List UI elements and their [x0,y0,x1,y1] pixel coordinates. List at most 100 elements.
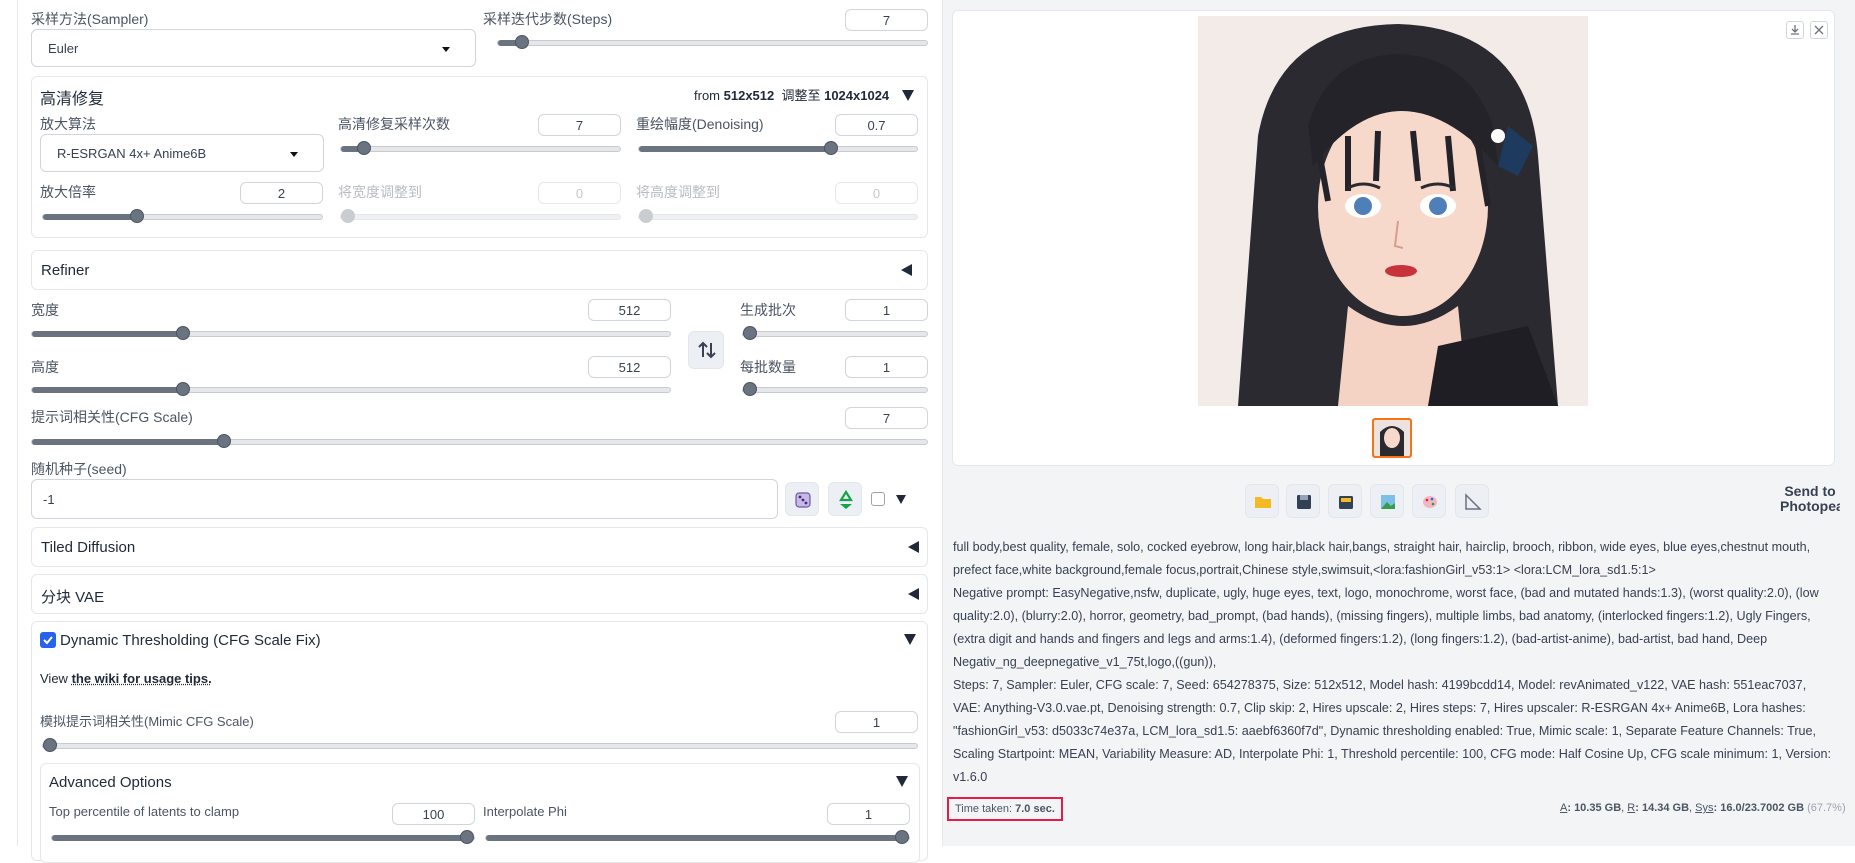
expand-icon [908,541,919,553]
top-percentile-label: Top percentile of latents to clamp [49,804,239,819]
reuse-seed-button[interactable] [828,482,862,516]
tiled-vae-title: 分块 VAE [41,586,104,607]
hires-fix-title: 高清修复 [40,85,104,109]
interpolate-phi-slider[interactable] [485,835,910,841]
extra-seed-checkbox[interactable] [871,492,885,506]
extra-seed-expand-icon[interactable] [896,495,906,504]
resize-width-slider [340,214,621,220]
close-button[interactable] [1810,21,1828,39]
upscaler-value: R-ESRGAN 4x+ Anime6B [57,146,206,161]
upscaler-label: 放大算法 [40,114,96,134]
tiled-diffusion-accordion[interactable]: Tiled Diffusion [31,527,928,567]
expand-icon [908,588,919,600]
hires-size-info: from 512x512 调整至 1024x1024 [694,85,889,104]
send-to-photopea-button[interactable]: Send to Photopea [1780,484,1840,524]
seed-input[interactable]: -1 [31,479,778,519]
height-input[interactable]: 512 [588,356,671,378]
cfg-slider[interactable] [31,439,928,445]
denoising-label: 重绘幅度(Denoising) [636,114,764,134]
denoising-slider[interactable] [638,146,918,152]
mimic-cfg-slider[interactable] [42,743,918,749]
refiner-title: Refiner [41,262,89,279]
batch-count-slider[interactable] [742,331,928,337]
cfg-input[interactable]: 7 [845,407,928,429]
save-button[interactable] [1286,484,1320,518]
tiled-vae-accordion[interactable]: 分块 VAE [31,574,928,614]
resize-width-label: 将宽度调整到 [338,182,422,202]
hires-steps-label: 高清修复采样次数 [338,114,450,134]
denoising-input[interactable]: 0.7 [835,114,918,136]
interpolate-phi-label: Interpolate Phi [483,804,567,819]
steps-input[interactable]: 7 [845,9,928,31]
expand-icon [901,264,912,276]
tiled-diffusion-title: Tiled Diffusion [41,539,135,556]
upscale-by-input[interactable]: 2 [240,182,323,204]
mimic-cfg-input[interactable]: 1 [835,711,918,733]
prompt-text: full body,best quality, female, solo, co… [953,536,1833,582]
open-folder-button[interactable] [1245,484,1279,518]
time-taken: Time taken: 7.0 sec. [947,797,1063,821]
resize-height-input: 0 [835,182,918,204]
swap-dimensions-button[interactable] [688,331,724,369]
dice-icon [786,483,820,517]
top-percentile-input[interactable]: 100 [392,803,475,825]
hires-steps-slider[interactable] [340,146,621,152]
resize-height-label: 将高度调整到 [636,182,720,202]
upscale-by-slider[interactable] [42,214,323,220]
vram-usage: A: 10.35 GB, R: 14.34 GB, Sys: 16.0/23.7… [1560,802,1835,814]
cfg-label: 提示词相关性(CFG Scale) [31,407,193,427]
sampler-select[interactable]: Euler [31,29,476,67]
gallery-thumbnail[interactable] [1372,418,1412,458]
swap-vertical-icon [689,332,725,368]
generated-image[interactable] [1198,16,1588,406]
generation-info: full body,best quality, female, solo, co… [953,536,1833,789]
folder-icon [1246,485,1280,519]
steps-slider[interactable] [497,40,928,46]
resize-width-input: 0 [538,182,621,204]
send-to-img2img-button[interactable] [1370,484,1404,518]
send-to-extras-button[interactable] [1455,484,1489,518]
interpolate-phi-input[interactable]: 1 [827,803,910,825]
upscale-by-label: 放大倍率 [40,182,96,202]
dynthres-collapse-icon[interactable] [904,634,916,645]
random-seed-button[interactable] [785,482,819,516]
download-button[interactable] [1786,21,1804,39]
hires-collapse-icon[interactable] [902,90,914,101]
advanced-collapse-icon[interactable] [896,776,908,787]
chevron-down-icon [290,152,298,157]
zip-button[interactable] [1328,484,1362,518]
batch-size-label: 每批数量 [740,357,796,377]
params-text: Steps: 7, Sampler: Euler, CFG scale: 7, … [953,674,1833,789]
send-to-inpaint-button[interactable] [1412,484,1446,518]
seed-value: -1 [43,492,55,507]
palette-icon [1413,485,1447,519]
save-icon [1287,485,1321,519]
width-slider[interactable] [31,331,671,337]
batch-count-input[interactable]: 1 [845,299,928,321]
refiner-accordion[interactable]: Refiner [31,250,928,290]
height-slider[interactable] [31,387,671,393]
resize-height-slider [638,214,918,220]
image-icon [1371,485,1405,519]
top-percentile-slider[interactable] [51,835,475,841]
negative-prompt-text: Negative prompt: EasyNegative,nsfw, dupl… [953,582,1833,674]
height-label: 高度 [31,357,59,377]
seed-label: 随机种子(seed) [31,459,127,479]
batch-size-input[interactable]: 1 [845,356,928,378]
mimic-cfg-label: 模拟提示词相关性(Mimic CFG Scale) [40,711,254,730]
recycle-icon [829,483,863,517]
left-panel-edge [17,0,18,846]
close-icon [1811,22,1827,38]
advanced-options-title: Advanced Options [49,774,172,791]
upscaler-select[interactable]: R-ESRGAN 4x+ Anime6B [40,134,324,172]
steps-label: 采样迭代步数(Steps) [483,9,612,29]
wiki-link[interactable]: the wiki for usage tips. [72,671,212,686]
dynthres-help-text: View the wiki for usage tips. [40,671,212,686]
batch-count-label: 生成批次 [740,300,796,320]
dynthres-title: Dynamic Thresholding (CFG Scale Fix) [60,632,321,649]
dynthres-enable-checkbox[interactable] [40,632,56,648]
hires-steps-input[interactable]: 7 [538,114,621,136]
batch-size-slider[interactable] [742,387,928,393]
thumbnail-image [1374,420,1410,456]
width-input[interactable]: 512 [588,299,671,321]
